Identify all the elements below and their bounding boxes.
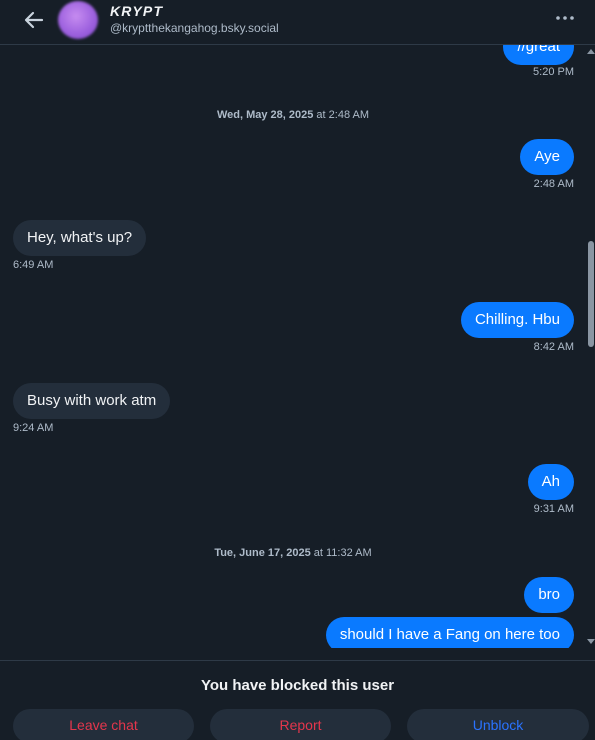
ellipsis-icon (556, 16, 574, 20)
message-time: 9:31 AM (533, 503, 574, 515)
chat-screen: KRYPT @kryptthekangahog.bsky.social //gr… (0, 0, 595, 740)
message-bubble[interactable]: bro (524, 577, 574, 613)
date-separator-time: at 2:48 AM (313, 109, 370, 121)
scroll-down-arrow[interactable] (587, 639, 595, 644)
date-separator: Wed, May 28, 2025 at 2:48 AM (0, 109, 586, 121)
date-separator-date: Tue, June 17, 2025 (214, 547, 311, 559)
message-time: 8:42 AM (533, 341, 574, 353)
date-separator-date: Wed, May 28, 2025 (216, 109, 314, 121)
date-separator: Tue, June 17, 2025 at 11:32 AM (0, 547, 586, 559)
unblock-button[interactable]: Unblock (407, 709, 589, 740)
message-bubble[interactable]: Busy with work atm (13, 383, 171, 419)
leave-chat-button[interactable]: Leave chat (13, 709, 194, 740)
scrollbar-thumb[interactable] (588, 241, 594, 347)
scrollbar[interactable] (586, 45, 595, 648)
scroll-up-arrow[interactable] (587, 49, 595, 54)
arrow-left-icon (24, 11, 44, 29)
message-time: 2:48 AM (533, 178, 574, 190)
message-bubble[interactable]: Aye (520, 139, 574, 175)
report-button[interactable]: Report (210, 709, 391, 740)
message-bubble[interactable]: Chilling. Hbu (460, 302, 574, 338)
blocked-notice: You have blocked this user (200, 677, 395, 694)
message-bubble[interactable]: Ah (527, 464, 574, 500)
message-bubble[interactable]: //great (503, 45, 574, 65)
message-bubble[interactable]: should I have a Fang on here too (325, 617, 574, 648)
contact-handle: @kryptthekangahog.bsky.social (110, 21, 279, 35)
message-bubble[interactable]: Hey, what's up? (13, 220, 147, 256)
message-time: 9:24 AM (13, 422, 54, 434)
message-list[interactable]: //great 5:20 PM Wed, May 28, 2025 at 2:4… (0, 45, 595, 648)
message-time: 6:49 AM (13, 259, 54, 271)
message-time: 5:20 PM (533, 66, 574, 78)
blocked-footer: You have blocked this user Leave chat Re… (0, 660, 595, 740)
chat-header: KRYPT @kryptthekangahog.bsky.social (0, 0, 595, 45)
contact-name[interactable]: KRYPT (110, 3, 163, 19)
avatar[interactable] (58, 1, 98, 39)
more-options-button[interactable] (553, 8, 577, 28)
date-separator-time: at 11:32 AM (310, 547, 372, 559)
back-button[interactable] (20, 6, 48, 34)
